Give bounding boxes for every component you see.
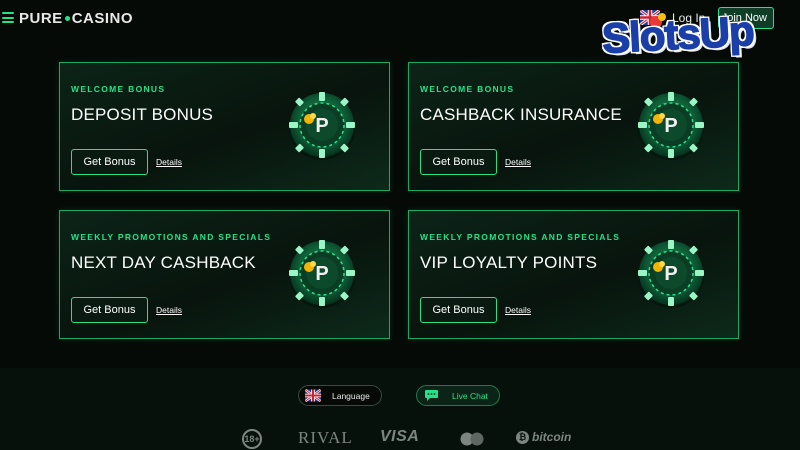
hamburger-menu-icon[interactable] (2, 12, 14, 23)
card-title: VIP LOYALTY POINTS (420, 253, 598, 272)
get-bonus-button[interactable]: Get Bonus (420, 297, 497, 323)
promo-card-cashback-insurance: WELCOME BONUS CASHBACK INSURANCE Get Bon… (408, 62, 739, 191)
language-label: Language (332, 391, 370, 401)
get-bonus-button[interactable]: Get Bonus (71, 149, 148, 175)
slotsup-watermark: SlotsUp (596, 6, 790, 68)
brand-name-part1: PURE (19, 10, 63, 27)
rival-logo: RIVAL (298, 428, 353, 447)
promo-card-vip-loyalty-points: WEEKLY PROMOTIONS AND SPECIALS VIP LOYAL… (408, 210, 739, 339)
live-chat-label: Live Chat (452, 391, 488, 401)
casino-chip-icon: P (286, 89, 358, 161)
details-link[interactable]: Details (505, 305, 531, 315)
casino-chip-icon: P (635, 237, 707, 309)
card-title: CASHBACK INSURANCE (420, 105, 622, 124)
card-title: NEXT DAY CASHBACK (71, 253, 256, 272)
brand-logo[interactable]: PURE CASINO (19, 10, 133, 27)
svg-text:P: P (315, 115, 328, 137)
brand-name-part2: CASINO (71, 10, 134, 27)
language-button[interactable]: Language (298, 385, 382, 406)
watermark-text: SlotsUp (600, 6, 755, 62)
uk-flag-icon (305, 389, 321, 402)
card-category: WELCOME BONUS (71, 84, 166, 94)
casino-chip-icon: P (635, 89, 707, 161)
details-link[interactable]: Details (505, 157, 531, 167)
mastercard-logo (456, 432, 488, 446)
details-link[interactable]: Details (156, 305, 182, 315)
bitcoin-icon: ₿ (516, 430, 529, 444)
age-restriction-badge: 18+ (242, 429, 262, 449)
bitcoin-label: bitcoin (532, 430, 572, 444)
card-category: WELCOME BONUS (420, 84, 515, 94)
card-category: WEEKLY PROMOTIONS AND SPECIALS (420, 232, 621, 242)
casino-chip-icon: P (286, 237, 358, 309)
card-category: WEEKLY PROMOTIONS AND SPECIALS (71, 232, 272, 242)
footer-partner-logos: 18+ RIVAL VISA ₿ bitcoin (240, 428, 580, 450)
chat-bubble-icon (424, 389, 439, 402)
visa-logo: VISA (380, 428, 420, 445)
card-title: DEPOSIT BONUS (71, 105, 214, 124)
details-link[interactable]: Details (156, 157, 182, 167)
svg-text:P: P (664, 115, 677, 137)
brand-dot (64, 16, 70, 21)
promo-card-next-day-cashback: WEEKLY PROMOTIONS AND SPECIALS NEXT DAY … (59, 210, 390, 339)
svg-text:P: P (315, 263, 328, 285)
svg-text:P: P (664, 263, 677, 285)
get-bonus-button[interactable]: Get Bonus (71, 297, 148, 323)
bitcoin-logo: ₿ bitcoin (516, 430, 571, 444)
live-chat-button[interactable]: Live Chat (416, 385, 500, 406)
get-bonus-button[interactable]: Get Bonus (420, 149, 497, 175)
promo-card-deposit-bonus: WELCOME BONUS DEPOSIT BONUS Get Bonus De… (59, 62, 390, 191)
